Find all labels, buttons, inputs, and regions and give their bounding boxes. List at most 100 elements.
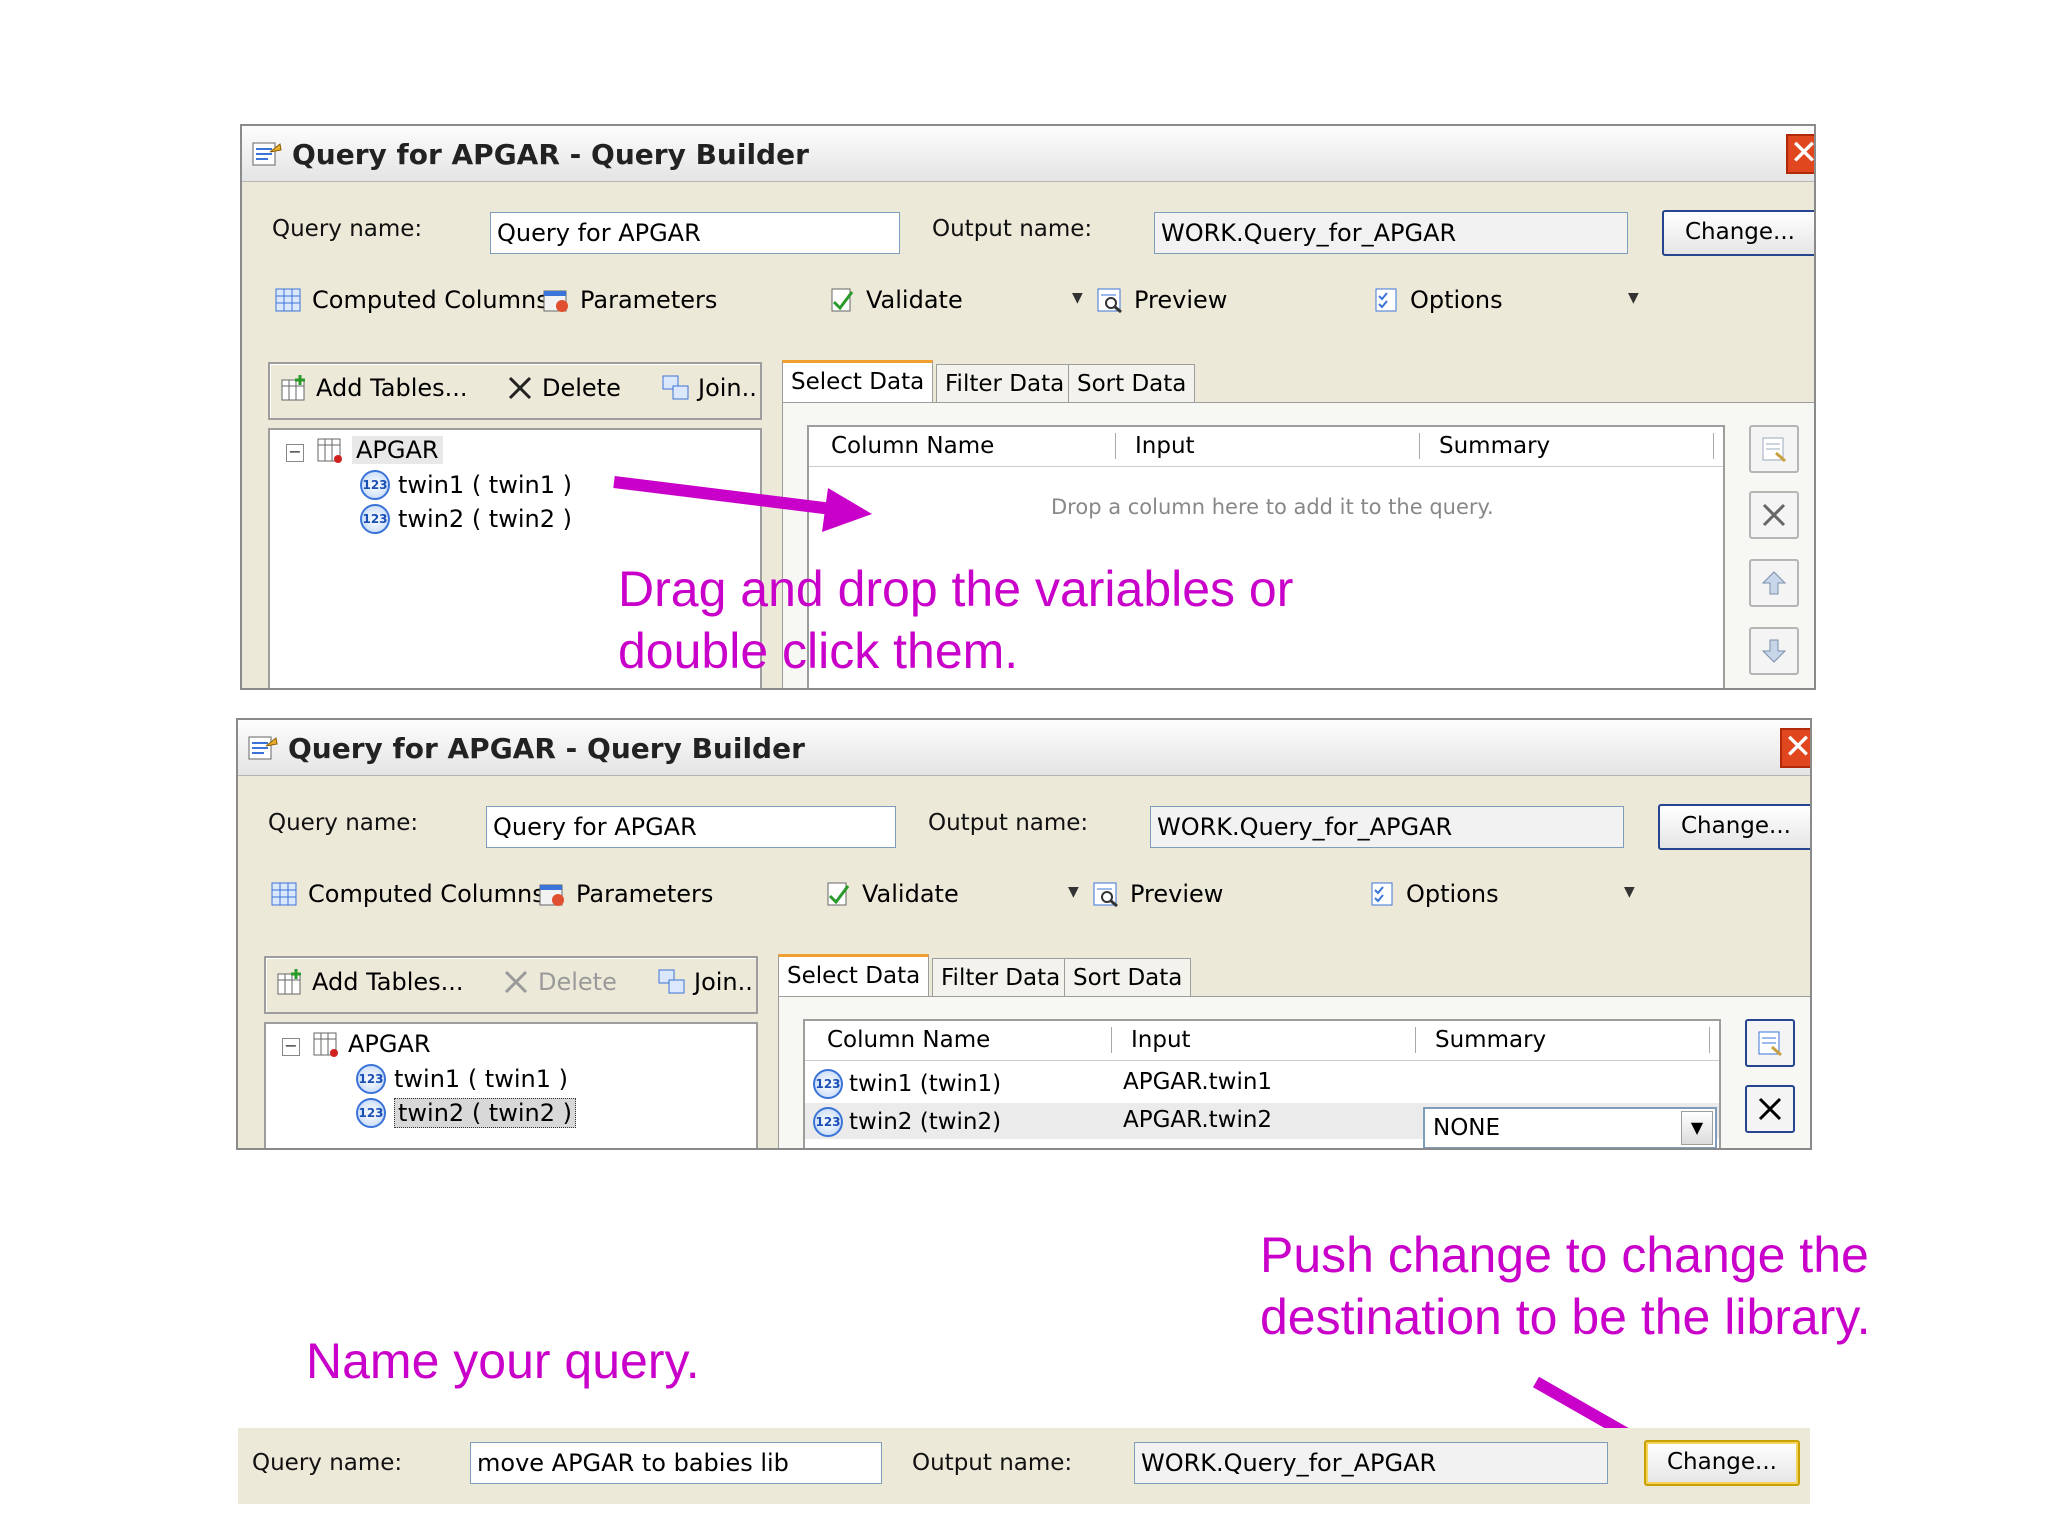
- tree-variable-label: twin1 ( twin1 ): [398, 471, 572, 499]
- computed-columns-label: Computed Columns: [308, 880, 545, 908]
- tree-variable-twin2[interactable]: 123 twin2 ( twin2 ): [360, 504, 572, 534]
- header-divider: [1419, 433, 1420, 459]
- add-tables-button[interactable]: Add Tables...: [280, 374, 468, 402]
- join-icon: [662, 375, 689, 400]
- drag-drop-line-2: double click them.: [618, 623, 1019, 679]
- numeric-variable-icon: 123: [356, 1098, 386, 1128]
- properties-button[interactable]: [1749, 425, 1799, 473]
- add-tables-label: Add Tables...: [316, 374, 468, 402]
- parameters-label: Parameters: [576, 880, 714, 908]
- tab-filter-data[interactable]: Filter Data: [936, 364, 1074, 404]
- computed-columns-button[interactable]: Computed Columns: [270, 874, 545, 914]
- add-tables-button[interactable]: Add Tables...: [276, 968, 464, 996]
- properties-button[interactable]: [1745, 1019, 1795, 1067]
- tree-table-apgar[interactable]: APGAR: [316, 436, 443, 464]
- select-data-grid[interactable]: Column Name Input Summary 123 twin1 (twi…: [803, 1019, 1721, 1148]
- summary-header[interactable]: Summary: [1439, 433, 1550, 459]
- query-name-input[interactable]: Query for APGAR: [486, 806, 896, 848]
- drag-drop-annotation: Drag and drop the variables or double cl…: [618, 558, 1293, 682]
- change-button[interactable]: Change...: [1644, 1440, 1800, 1486]
- column-name-header[interactable]: Column Name: [827, 1027, 990, 1053]
- tab-sort-data[interactable]: Sort Data: [1064, 958, 1192, 998]
- tab-select-data[interactable]: Select Data: [778, 954, 930, 998]
- join-button[interactable]: Join..: [658, 968, 753, 996]
- input-header[interactable]: Input: [1135, 433, 1195, 459]
- header-divider: [1415, 1027, 1416, 1053]
- delete-button[interactable]: Delete: [502, 968, 617, 996]
- arrow-down-icon: [1761, 639, 1787, 663]
- input-header[interactable]: Input: [1131, 1027, 1191, 1053]
- query-name-label: Query name:: [268, 810, 419, 836]
- close-button[interactable]: ✕: [1786, 134, 1814, 174]
- move-down-button[interactable]: [1749, 627, 1799, 675]
- computed-columns-icon: [275, 288, 301, 312]
- delete-button[interactable]: Delete: [506, 374, 621, 402]
- validate-button[interactable]: Validate: [828, 280, 963, 320]
- move-up-button[interactable]: [1749, 559, 1799, 607]
- parameters-label: Parameters: [580, 286, 718, 314]
- summary-header[interactable]: Summary: [1435, 1027, 1546, 1053]
- query-name-label: Query name:: [272, 216, 423, 242]
- tab-select-data[interactable]: Select Data: [782, 360, 934, 404]
- validate-dropdown-arrow[interactable]: ▼: [1068, 884, 1079, 900]
- parameters-button[interactable]: Parameters: [538, 874, 713, 914]
- preview-button[interactable]: Preview: [1096, 280, 1227, 320]
- computed-columns-button[interactable]: Computed Columns: [274, 280, 549, 320]
- options-button[interactable]: Options: [1372, 280, 1503, 320]
- validate-button[interactable]: Validate: [824, 874, 959, 914]
- tree-variable-label: twin1 ( twin1 ): [394, 1065, 568, 1093]
- computed-columns-icon: [271, 882, 297, 906]
- numeric-variable-icon: 123: [360, 470, 390, 500]
- remove-column-button[interactable]: [1745, 1085, 1795, 1133]
- header-divider: [1713, 433, 1714, 459]
- summary-select[interactable]: NONE ▼: [1423, 1107, 1717, 1148]
- tree-variable-twin1[interactable]: 123 twin1 ( twin1 ): [360, 470, 572, 500]
- tab-filter-data[interactable]: Filter Data: [932, 958, 1070, 998]
- add-tables-label: Add Tables...: [312, 968, 464, 996]
- delete-label: Delete: [538, 968, 617, 996]
- options-dropdown-arrow[interactable]: ▼: [1628, 290, 1639, 306]
- options-label: Options: [1410, 286, 1503, 314]
- title-bar[interactable]: Query for APGAR - Query Builder ✕: [238, 720, 1810, 776]
- title-bar[interactable]: Query for APGAR - Query Builder ✕: [242, 126, 1814, 182]
- preview-icon: [1097, 288, 1122, 314]
- numeric-variable-icon: 123: [356, 1064, 386, 1094]
- validate-dropdown-arrow[interactable]: ▼: [1072, 290, 1083, 306]
- validate-icon: [831, 288, 854, 312]
- chevron-down-icon[interactable]: ▼: [1681, 1111, 1713, 1145]
- close-button[interactable]: ✕: [1780, 728, 1810, 768]
- query-builder-icon: [252, 142, 282, 166]
- collapse-icon[interactable]: −: [286, 444, 304, 462]
- drop-placeholder: Drop a column here to add it to the quer…: [1051, 495, 1494, 519]
- push-change-line-2: destination to be the library.: [1260, 1289, 1871, 1345]
- query-builder-icon: [248, 736, 278, 760]
- table-row[interactable]: 123 twin1 (twin1) APGAR.twin1: [805, 1065, 1719, 1101]
- tree-variable-twin1[interactable]: 123 twin1 ( twin1 ): [356, 1064, 568, 1094]
- query-name-input[interactable]: Query for APGAR: [490, 212, 900, 254]
- preview-icon: [1093, 882, 1118, 908]
- tree-variable-twin2[interactable]: 123 twin2 ( twin2 ): [356, 1098, 576, 1128]
- change-button[interactable]: Change...: [1662, 210, 1814, 256]
- parameters-button[interactable]: Parameters: [542, 280, 717, 320]
- table-icon: [317, 438, 342, 463]
- query-name-input[interactable]: move APGAR to babies lib: [470, 1442, 882, 1484]
- drag-drop-line-1: Drag and drop the variables or: [618, 561, 1294, 617]
- input-cell: APGAR.twin1: [1123, 1069, 1273, 1095]
- table-tree: − APGAR 123 twin1 ( twin1 ) 123 twin2 ( …: [264, 1022, 758, 1148]
- remove-column-button[interactable]: [1749, 491, 1799, 539]
- parameters-icon: [543, 290, 568, 312]
- options-dropdown-arrow[interactable]: ▼: [1624, 884, 1635, 900]
- tree-table-apgar[interactable]: APGAR: [312, 1030, 431, 1058]
- change-button[interactable]: Change...: [1658, 804, 1810, 850]
- tree-table-label: APGAR: [348, 1030, 431, 1058]
- tab-sort-data[interactable]: Sort Data: [1068, 364, 1196, 404]
- join-icon: [658, 969, 685, 994]
- column-name-header[interactable]: Column Name: [831, 433, 994, 459]
- options-button[interactable]: Options: [1368, 874, 1499, 914]
- preview-button[interactable]: Preview: [1092, 874, 1223, 914]
- join-label: Join..: [698, 374, 757, 402]
- collapse-icon[interactable]: −: [282, 1038, 300, 1056]
- parameters-icon: [539, 884, 564, 906]
- join-button[interactable]: Join..: [662, 374, 757, 402]
- output-name-field: WORK.Query_for_APGAR: [1154, 212, 1628, 254]
